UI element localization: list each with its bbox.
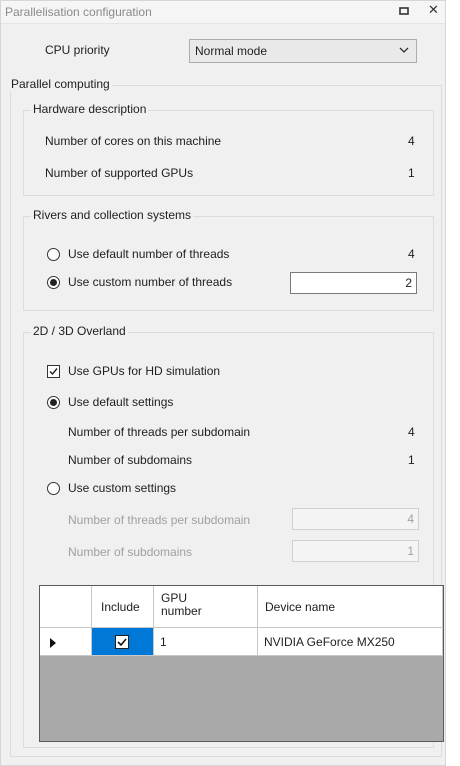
cpu-priority-value: Normal mode <box>195 44 268 58</box>
custom-threads-per-subdomain-input[interactable]: 4 <box>292 508 419 530</box>
overland-label: 2D / 3D Overland <box>31 324 128 338</box>
use-gpus-label: Use GPUs for HD simulation <box>68 364 221 378</box>
subdomains-value: 1 <box>408 453 415 467</box>
checkmark-icon <box>117 638 127 647</box>
use-gpus-checkbox[interactable] <box>47 365 60 378</box>
current-row-arrow-icon <box>50 637 57 651</box>
device-name-cell[interactable]: NVIDIA GeForce MX250 <box>258 628 443 656</box>
cpu-priority-label: CPU priority <box>45 43 110 57</box>
column-header-include[interactable]: Include <box>92 586 154 628</box>
custom-threads-per-subdomain-label: Number of threads per subdomain <box>68 513 251 527</box>
gpu-table[interactable]: Include GPU number Device name 1 NVIDIA … <box>39 585 444 742</box>
title-bar: Parallelisation configuration ✕ <box>1 1 445 24</box>
hardware-group <box>23 110 434 196</box>
cores-value: 4 <box>408 134 415 148</box>
window-title: Parallelisation configuration <box>5 5 152 19</box>
checkmark-icon <box>49 368 58 376</box>
threads-per-subdomain-label: Number of threads per subdomain <box>68 425 251 439</box>
default-threads-label: Use default number of threads <box>68 247 230 261</box>
include-cell[interactable] <box>92 628 154 656</box>
column-header-gpu-number[interactable]: GPU number <box>154 586 258 628</box>
default-threads-value: 4 <box>408 247 415 261</box>
parallelisation-window: Parallelisation configuration ✕ CPU prio… <box>0 0 446 766</box>
cpu-priority-select[interactable]: Normal mode <box>189 39 417 63</box>
column-header-device-name-label: Device name <box>265 600 336 614</box>
default-settings-radio[interactable] <box>47 396 60 409</box>
custom-settings-label: Use custom settings <box>68 481 177 495</box>
custom-threads-input[interactable]: 2 <box>290 272 417 294</box>
custom-subdomains-input[interactable]: 1 <box>292 540 419 562</box>
custom-threads-radio[interactable] <box>47 276 60 289</box>
maximize-icon[interactable] <box>399 4 409 19</box>
column-header-device-name[interactable]: Device name <box>258 586 443 628</box>
threads-per-subdomain-value: 4 <box>408 425 415 439</box>
default-settings-label: Use default settings <box>68 395 174 409</box>
subdomains-label: Number of subdomains <box>68 453 193 467</box>
close-icon[interactable]: ✕ <box>428 2 439 18</box>
parallel-computing-label: Parallel computing <box>9 77 112 91</box>
gpus-label: Number of supported GPUs <box>45 166 194 180</box>
gpu-number-cell[interactable]: 1 <box>154 628 258 656</box>
column-header-gpu-number-label: GPU number <box>161 591 202 618</box>
include-checkbox[interactable] <box>115 635 129 649</box>
hardware-label: Hardware description <box>31 102 149 116</box>
column-header-include-label: Include <box>101 600 140 614</box>
cores-label: Number of cores on this machine <box>45 134 222 148</box>
chevron-down-icon <box>398 44 410 59</box>
device-name-value: NVIDIA GeForce MX250 <box>264 635 395 649</box>
row-header-corner <box>40 586 92 628</box>
gpus-value: 1 <box>408 166 415 180</box>
custom-threads-label: Use custom number of threads <box>68 275 233 289</box>
custom-subdomains-label: Number of subdomains <box>68 545 193 559</box>
rivers-label: Rivers and collection systems <box>31 208 194 222</box>
rivers-group <box>23 216 434 311</box>
custom-settings-radio[interactable] <box>47 482 60 495</box>
row-header[interactable] <box>40 628 92 656</box>
gpu-number-value: 1 <box>160 635 167 649</box>
default-threads-radio[interactable] <box>47 248 60 261</box>
